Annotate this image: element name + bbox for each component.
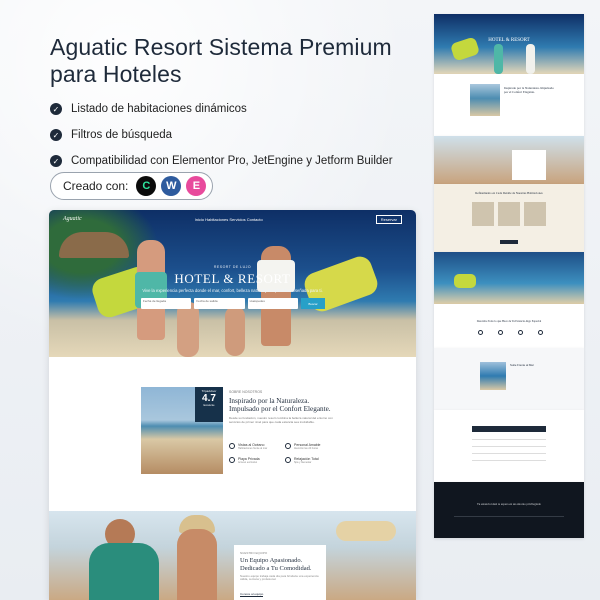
amenity-sub: Acceso exclusivo: [238, 461, 258, 464]
rating-sub: Excelente: [203, 404, 215, 407]
feature-item: ✓ Listado de habitaciones dinámicos: [50, 96, 430, 122]
amenity-sub: Habitaciones frente al mar: [238, 447, 268, 450]
side-services-title: Descubre Todo lo que Hace de Tu Estancia…: [476, 320, 542, 323]
footer-divider: [454, 516, 564, 517]
preview-navbar: Aguatic Inicio Habitaciones Servicios Co…: [49, 214, 416, 224]
person-body: [89, 543, 159, 600]
rooms-button: [500, 240, 518, 244]
feature-label: Filtros de búsqueda: [71, 129, 173, 141]
table-row: [472, 456, 546, 461]
staff-icon: [285, 443, 291, 449]
side-about-thumb: Inspirado por la Naturaleza. Impulsado p…: [434, 74, 584, 136]
service-icon: [498, 330, 503, 335]
side-about-title: Inspirado por la Naturaleza. Impulsado p…: [504, 86, 554, 94]
search-button[interactable]: Buscar: [300, 298, 325, 309]
team-text: Nuestro equipo trabaja cada día para bri…: [240, 574, 319, 582]
about-kicker: SOBRE NOSOTROS: [229, 390, 263, 394]
team-link[interactable]: Conoce al equipo: [240, 592, 264, 597]
checkout-field[interactable]: Fecha de salida: [194, 298, 245, 309]
preview-menu[interactable]: Inicio Habitaciones Servicios Contacto: [195, 217, 263, 222]
main-preview: Aguatic Inicio Habitaciones Servicios Co…: [49, 210, 416, 600]
feature-item: ✓ Filtros de búsqueda: [50, 122, 430, 148]
ocean-icon: [229, 443, 235, 449]
crocoblock-icon: C: [136, 176, 157, 196]
hero-title: HOTEL & RESORT: [174, 271, 291, 286]
hero-kicker: RESORT DE LUJO: [213, 265, 252, 269]
side-preview-column: HOTEL & RESORT Inspirado por la Naturale…: [434, 14, 584, 538]
side-beach-thumb: [434, 252, 584, 304]
person-body: [177, 529, 217, 600]
hero-search-bar: Fecha de llegada Fecha de salida Huésped…: [141, 298, 325, 309]
side-room-title: Suite Frente al Mar: [510, 363, 534, 367]
umbrella-shape: [59, 232, 129, 258]
amenity-item: Vistas al Océano Habitaciones frente al m…: [229, 443, 281, 450]
team-card: NUESTRO EQUIPO Un Equipo Apasionado. Ded…: [234, 545, 326, 600]
hero-subtitle: Vive la experiencia perfecta donde el ma…: [142, 288, 323, 293]
table-row: [472, 442, 546, 447]
team-title: Un Equipo Apasionado. Dedicado a Tu Como…: [240, 557, 312, 572]
side-footer-title: Tu estancia ideal te espera en un entorn…: [476, 502, 542, 506]
check-icon: ✓: [50, 129, 62, 141]
preview-logo[interactable]: Aguatic: [63, 216, 82, 222]
side-team-thumb: [434, 136, 584, 184]
side-rooms-thumb: Refinamiento en Cada Detalle de Nuestras…: [434, 184, 584, 252]
child-figure: [225, 306, 245, 356]
check-icon: ✓: [50, 155, 62, 167]
feature-list: ✓ Listado de habitaciones dinámicos ✓ Fi…: [50, 96, 430, 174]
rating-card: Tripadvisor 4.7 Excelente: [195, 387, 223, 422]
team-kicker: NUESTRO EQUIPO: [240, 551, 268, 555]
amenity-item: Relajación Total Spa y bienestar: [285, 457, 337, 464]
check-icon: ✓: [50, 103, 62, 115]
room-image: [480, 362, 506, 390]
room-card: [498, 202, 520, 226]
team-section: NUESTRO EQUIPO Un Equipo Apasionado. Ded…: [49, 511, 416, 600]
person-figure: [526, 44, 535, 74]
beach-icon: [229, 457, 235, 463]
side-services-thumb: Descubre Todo lo que Hace de Tu Estancia…: [434, 304, 584, 348]
feature-item: ✓ Compatibilidad con Elementor Pro, JetE…: [50, 148, 430, 174]
about-title: Inspirado por la Naturaleza. Impulsado p…: [229, 397, 331, 413]
table-header: [472, 426, 546, 432]
feature-label: Compatibilidad con Elementor Pro, JetEng…: [71, 155, 393, 167]
team-card: [512, 150, 546, 180]
about-text: Desde su fundación, nuestro resort combi…: [229, 416, 333, 424]
amenity-sub: Atención las 24 horas: [294, 447, 319, 450]
side-table-thumb: [434, 410, 584, 482]
person-hat: [336, 521, 396, 541]
hero-section: Aguatic Inicio Habitaciones Servicios Co…: [49, 210, 416, 357]
about-section: Tripadvisor 4.7 Excelente SOBRE NOSOTROS…: [49, 357, 416, 511]
table-row: [472, 435, 546, 440]
side-room-detail-thumb: Suite Frente al Mar: [434, 348, 584, 410]
table-row: [472, 449, 546, 454]
side-hero-thumb: HOTEL & RESORT: [434, 14, 584, 74]
created-with-label: Creado con:: [63, 179, 129, 193]
guests-field[interactable]: Huéspedes: [247, 298, 298, 309]
child-figure: [177, 302, 199, 357]
service-icon: [478, 330, 483, 335]
rating-value: 4.7: [202, 393, 216, 404]
side-hero-title: HOTEL & RESORT: [488, 38, 530, 43]
page-title: Aguatic Resort Sistema Premium para Hote…: [50, 34, 392, 87]
side-rooms-title: Refinamiento en Cada Detalle de Nuestras…: [475, 191, 543, 195]
checkin-field[interactable]: Fecha de llegada: [141, 298, 192, 309]
feature-label: Listado de habitaciones dinámicos: [71, 103, 247, 115]
amenity-item: Personal Amable Atención las 24 horas: [285, 443, 337, 450]
service-icon: [518, 330, 523, 335]
elementor-icon: E: [186, 176, 207, 196]
service-icon: [538, 330, 543, 335]
preview-reserve-button[interactable]: Reservar: [375, 214, 402, 224]
amenity-item: Playa Privada Acceso exclusivo: [229, 457, 281, 464]
room-card: [472, 202, 494, 226]
beach-image: [470, 84, 500, 116]
pool-float: [454, 274, 476, 288]
person-figure: [494, 44, 503, 74]
created-with-pill: Creado con: C W E: [50, 172, 213, 200]
wordpress-icon: W: [161, 176, 182, 196]
amenity-sub: Spa y bienestar: [294, 461, 312, 464]
spa-icon: [285, 457, 291, 463]
side-footer-thumb: Tu estancia ideal te espera en un entorn…: [434, 482, 584, 538]
room-card: [524, 202, 546, 226]
